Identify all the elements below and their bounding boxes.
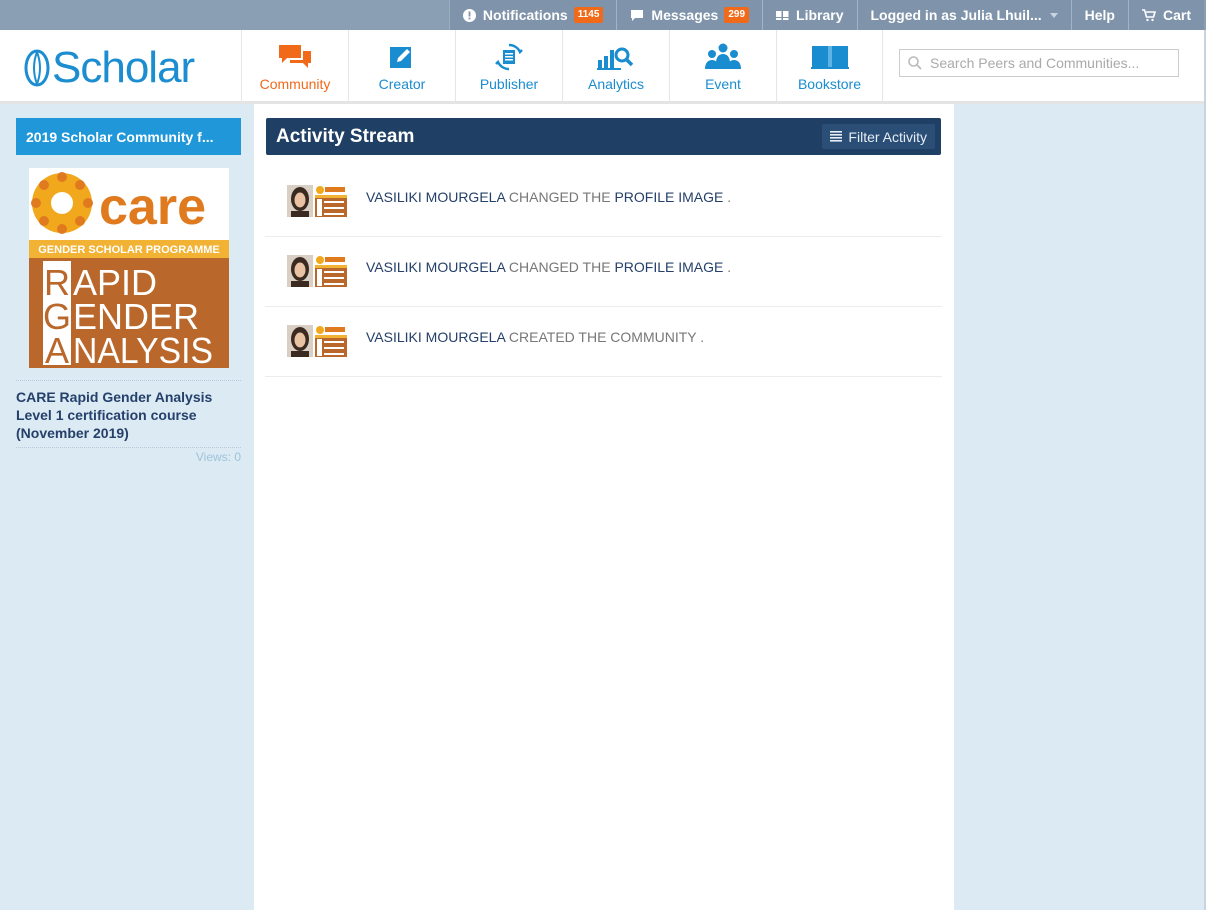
rga-word-analysis: NALYSIS	[73, 330, 213, 368]
nav-bookstore[interactable]: Bookstore	[776, 30, 883, 104]
cart-icon	[1141, 8, 1156, 21]
chevron-down-icon	[1049, 12, 1058, 18]
feed-item: Vasiliki Mourgela changed the profile im…	[265, 237, 942, 307]
course-cover-image[interactable]: care GENDER SCHOLAR PROGRAMME R G A APID…	[29, 168, 229, 368]
nav-event[interactable]: Event	[669, 30, 776, 104]
rga-letter-a: A	[45, 330, 69, 368]
notifications-link[interactable]: Notifications 1145	[448, 0, 617, 30]
search-box	[899, 49, 1179, 77]
cart-label: Cart	[1162, 7, 1191, 23]
feed-end: .	[727, 189, 732, 205]
nav-publisher-label: Publisher	[479, 76, 539, 92]
left-sidebar: 2019 Scholar Community f... care GENDER …	[4, 104, 254, 910]
nav-creator[interactable]: Creator	[348, 30, 455, 104]
community-thumbnail[interactable]	[315, 255, 347, 287]
cart-link[interactable]: Cart	[1127, 0, 1204, 30]
user-menu[interactable]: Logged in as Julia Lhuil...	[856, 0, 1071, 30]
views-count: Views: 0	[195, 450, 241, 464]
activity-feed: Vasiliki Mourgela changed the profile im…	[265, 167, 942, 377]
course-title-link[interactable]: CARE Rapid Gender Analysis Level 1 certi…	[16, 380, 241, 448]
nav-analytics[interactable]: Analytics	[562, 30, 669, 104]
top-utility-bar: Notifications 1145 Messages 299 Library …	[0, 0, 1206, 30]
feed-actor-link[interactable]: Vasiliki Mourgela	[366, 259, 505, 275]
messages-label: Messages	[651, 7, 719, 23]
feed-object-link[interactable]: profile image	[614, 189, 723, 205]
feed-object-link[interactable]: profile image	[614, 259, 723, 275]
nav-bookstore-label: Bookstore	[797, 76, 862, 92]
logged-in-label: Logged in as	[870, 7, 957, 23]
feed-item-text: Vasiliki Mourgela changed the profile im…	[366, 189, 731, 205]
feed-item: Vasiliki Mourgela changed the profile im…	[265, 167, 942, 237]
messages-count-badge: 299	[724, 7, 750, 23]
user-avatar[interactable]	[287, 325, 313, 357]
feed-verb: changed the	[508, 189, 611, 205]
user-name: Julia Lhuil...	[960, 7, 1042, 23]
speech-bubble-icon	[631, 9, 644, 21]
feed-end: .	[700, 329, 705, 345]
filter-activity-label: Filter Activity	[848, 128, 927, 145]
programme-subtitle: GENDER SCHOLAR PROGRAMME	[38, 244, 220, 256]
book-icon	[776, 10, 789, 20]
nav-creator-label: Creator	[378, 76, 426, 92]
care-logo-text: care	[99, 178, 206, 236]
library-link[interactable]: Library	[762, 0, 857, 30]
library-label: Library	[796, 7, 844, 23]
nav-analytics-label: Analytics	[587, 76, 645, 92]
main-content: Activity Stream Filter Activity Vasiliki…	[254, 104, 954, 910]
activity-stream-header: Activity Stream Filter Activity	[266, 118, 941, 155]
community-selector-button[interactable]: 2019 Scholar Community f...	[16, 118, 241, 155]
list-icon	[830, 131, 843, 142]
logo-text: Scholar	[52, 43, 195, 92]
scholar-logo[interactable]: Scholar	[24, 43, 195, 92]
notifications-count-badge: 1145	[573, 7, 604, 23]
feed-verb: created the	[508, 329, 607, 345]
help-label: Help	[1084, 7, 1115, 23]
pencil-square-icon	[389, 43, 415, 71]
nav-publisher[interactable]: Publisher	[455, 30, 562, 104]
activity-stream-title: Activity Stream	[276, 125, 415, 147]
nav-community-label: Community	[259, 76, 331, 92]
community-thumbnail[interactable]	[315, 325, 347, 357]
bar-chart-search-icon	[597, 43, 635, 71]
top-nav: Notifications 1145 Messages 299 Library …	[448, 0, 1204, 30]
feed-verb: changed the	[508, 259, 611, 275]
feed-item: Vasiliki Mourgela created the community …	[265, 307, 942, 377]
main-header: Scholar Community Creator Publisher Anal…	[0, 30, 1206, 104]
feed-actor-link[interactable]: Vasiliki Mourgela	[366, 189, 505, 205]
feed-item-text: Vasiliki Mourgela created the community …	[366, 329, 704, 345]
help-link[interactable]: Help	[1070, 0, 1128, 30]
right-panel	[954, 104, 1204, 910]
nav-community[interactable]: Community	[241, 30, 348, 104]
feed-item-text: Vasiliki Mourgela changed the profile im…	[366, 259, 731, 275]
notifications-label: Notifications	[482, 7, 568, 23]
refresh-document-icon	[494, 43, 524, 71]
messages-link[interactable]: Messages 299	[616, 0, 763, 30]
user-avatar[interactable]	[287, 255, 313, 287]
nav-event-label: Event	[705, 76, 741, 92]
scholar-logo-icon	[24, 49, 50, 87]
feed-object: community	[610, 329, 697, 345]
open-book-icon	[810, 43, 849, 71]
people-group-icon	[703, 43, 743, 71]
feed-actor-link[interactable]: Vasiliki Mourgela	[366, 329, 505, 345]
filter-activity-button[interactable]: Filter Activity	[822, 124, 935, 149]
user-avatar[interactable]	[287, 185, 313, 217]
feed-end: .	[727, 259, 732, 275]
search-icon	[908, 56, 922, 70]
chat-bubbles-icon	[278, 43, 312, 71]
main-nav: Community Creator Publisher Analytics Ev…	[241, 30, 883, 104]
search-input[interactable]	[930, 55, 1170, 71]
community-thumbnail[interactable]	[315, 185, 347, 217]
exclamation-circle-icon	[462, 8, 476, 22]
